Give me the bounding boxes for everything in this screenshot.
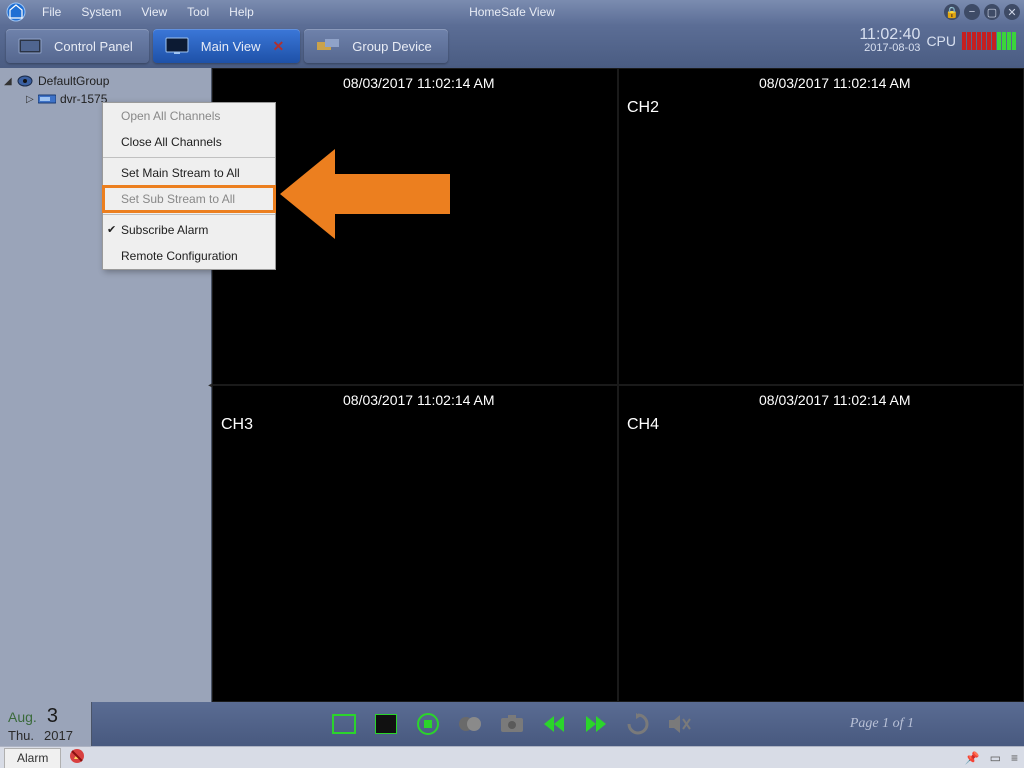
menu-file[interactable]: File [32, 5, 71, 19]
group-icon [16, 73, 34, 89]
menubar: File System View Tool Help HomeSafe View… [0, 0, 1024, 24]
app-title: HomeSafe View [469, 5, 555, 19]
expander-icon[interactable]: ◢ [4, 76, 16, 87]
fullscreen-icon[interactable] [331, 711, 357, 737]
tab-close-icon[interactable]: ✕ [273, 38, 285, 55]
maximize-icon[interactable]: ▢ [984, 4, 1000, 20]
cpu-meter [962, 32, 1016, 50]
window-controls: 🔒 − ▢ ✕ [944, 4, 1020, 20]
tree-group-label: DefaultGroup [38, 74, 109, 88]
snapshot-icon[interactable] [499, 711, 525, 737]
tree-group-row[interactable]: ◢ DefaultGroup [2, 72, 209, 90]
menu-system[interactable]: System [71, 5, 131, 19]
annotation-arrow [280, 144, 460, 249]
tab-group-device[interactable]: Group Device [304, 29, 447, 63]
alarm-bell-icon[interactable] [69, 748, 85, 767]
tab-main-view[interactable]: Main View ✕ [153, 29, 300, 63]
cm-separator [103, 214, 275, 215]
calendar-day: 3 [47, 705, 58, 728]
cm-subscribe-alarm[interactable]: ✔ Subscribe Alarm [103, 217, 275, 243]
monitor-icon [163, 35, 191, 57]
stop-icon[interactable] [415, 711, 441, 737]
cm-open-all-channels[interactable]: Open All Channels [103, 103, 275, 129]
video-cell-2[interactable]: 08/03/2017 11:02:14 AM CH2 [618, 68, 1024, 385]
channel-label: CH2 [627, 99, 659, 117]
menu-view[interactable]: View [131, 5, 177, 19]
calendar-block[interactable]: Aug. 3 Thu. 2017 [0, 702, 92, 746]
channel-label: CH4 [627, 416, 659, 434]
cm-set-sub-stream[interactable]: Set Sub Stream to All [103, 186, 275, 212]
clock-time: 11:02:40 [859, 28, 920, 42]
calendar-weekday: Thu. [8, 728, 34, 743]
video-cell-4[interactable]: 08/03/2017 11:02:14 AM CH4 [618, 385, 1024, 702]
tabstrip: Control Panel Main View ✕ Group Device 1… [0, 24, 1024, 68]
restore-icon[interactable]: ▭ [990, 751, 1001, 765]
lock-icon[interactable]: 🔒 [944, 4, 960, 20]
dvr-icon [38, 91, 56, 107]
cm-close-all-channels[interactable]: Close All Channels [103, 129, 275, 155]
context-menu: Open All Channels Close All Channels Set… [102, 102, 276, 270]
alarm-label: Alarm [17, 751, 48, 765]
next-icon[interactable] [583, 711, 609, 737]
tab-label: Control Panel [54, 39, 133, 54]
statusbar: Alarm 📌 ▭ ≡ [0, 746, 1024, 768]
statusbar-right-icons: 📌 ▭ ≡ [965, 751, 1018, 765]
pin-icon[interactable]: 📌 [965, 751, 980, 765]
channel-label: CH3 [221, 416, 253, 434]
minimize-icon[interactable]: − [964, 4, 980, 20]
playback-controls [331, 711, 693, 737]
prev-icon[interactable] [541, 711, 567, 737]
menu-help[interactable]: Help [219, 5, 264, 19]
cpu-label: CPU [926, 33, 956, 49]
video-timestamp: 08/03/2017 11:02:14 AM [759, 75, 911, 91]
record-icon[interactable] [457, 711, 483, 737]
home-icon [16, 35, 44, 57]
cm-separator [103, 157, 275, 158]
close-icon[interactable]: ✕ [1004, 4, 1020, 20]
app-logo-icon [4, 0, 28, 24]
collapse-up-icon[interactable]: ≡ [1011, 751, 1018, 765]
tab-label: Group Device [352, 39, 431, 54]
bottom-toolbar: Aug. 3 Thu. 2017 [0, 702, 1024, 746]
cm-label: Subscribe Alarm [121, 223, 208, 237]
menu-tool[interactable]: Tool [177, 5, 219, 19]
video-timestamp: 08/03/2017 11:02:14 AM [759, 392, 911, 408]
video-timestamp: 08/03/2017 11:02:14 AM [343, 392, 495, 408]
expander-icon[interactable]: ▷ [26, 94, 38, 105]
video-timestamp: 08/03/2017 11:02:14 AM [343, 75, 495, 91]
layout-icon[interactable] [373, 711, 399, 737]
check-icon: ✔ [107, 223, 116, 236]
tab-control-panel[interactable]: Control Panel [6, 29, 149, 63]
calendar-year: 2017 [44, 728, 73, 743]
clock-block: 11:02:40 2017-08-03 CPU [859, 28, 1016, 54]
alarm-tab[interactable]: Alarm [4, 748, 61, 768]
clock-date: 2017-08-03 [859, 42, 920, 54]
page-info: Page 1 of 1 [850, 716, 914, 732]
loop-icon[interactable] [625, 711, 651, 737]
cm-set-main-stream[interactable]: Set Main Stream to All [103, 160, 275, 186]
cm-remote-configuration[interactable]: Remote Configuration [103, 243, 275, 269]
mute-icon[interactable] [667, 711, 693, 737]
tab-label: Main View [201, 39, 261, 54]
calendar-month: Aug. [8, 709, 37, 725]
tree-device-label: dvr-1575 [60, 92, 107, 106]
group-device-icon [314, 35, 342, 57]
video-cell-3[interactable]: 08/03/2017 11:02:14 AM CH3 [212, 385, 618, 702]
